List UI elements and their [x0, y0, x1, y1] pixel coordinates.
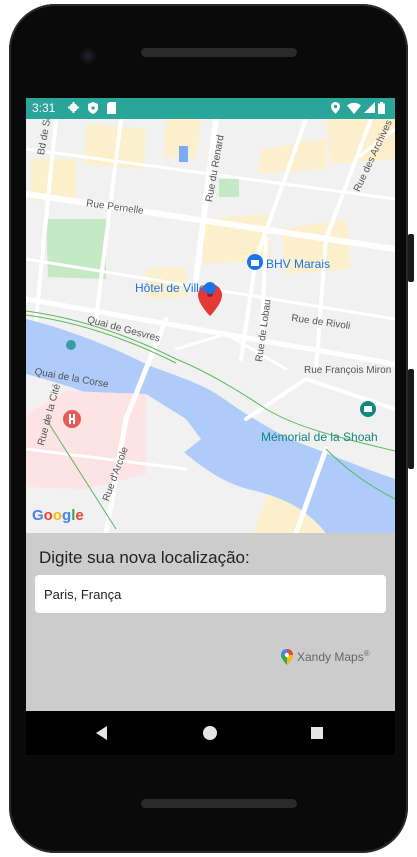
poi-label-memorial[interactable]: Mémorial de la Shoah: [261, 430, 378, 444]
front-camera: [80, 48, 96, 64]
poi-label-hotel-de-ville[interactable]: Hôtel de Ville: [135, 281, 206, 295]
google-logo: Google: [32, 507, 84, 524]
navigation-bar: [26, 711, 395, 755]
shield-icon: [88, 102, 98, 114]
home-icon[interactable]: [203, 726, 217, 740]
status-time: 3:31: [32, 101, 56, 115]
brand-name: Xandy Maps: [297, 650, 364, 664]
map-pin-icon: [281, 649, 293, 665]
back-icon[interactable]: [96, 726, 107, 740]
location-input[interactable]: [35, 575, 386, 613]
poi-label-bhv[interactable]: BHV Marais: [266, 257, 330, 271]
brand-logo: Xandy Maps®: [280, 649, 370, 665]
location-prompt: Digite sua nova localização:: [39, 548, 250, 567]
screen: 3:31 Rue Pernelle Rue du Renard Rue des …: [26, 98, 395, 711]
battery-icon: [378, 102, 385, 114]
top-speaker: [141, 48, 297, 57]
sd-card-icon: [107, 102, 116, 114]
recents-icon[interactable]: [311, 727, 323, 739]
location-icon: [331, 102, 340, 114]
location-panel: Digite sua nova localização: Xandy Maps®: [26, 533, 395, 711]
gear-icon: [68, 102, 79, 113]
status-bar: 3:31: [26, 98, 395, 119]
signal-icon: [364, 102, 375, 113]
map-view[interactable]: Bd de Sébastopol Rue Pernelle Rue du Ren…: [26, 119, 395, 533]
brand-registered-mark: ®: [363, 649, 370, 658]
power-button: [408, 234, 414, 282]
volume-button: [408, 369, 414, 469]
wifi-icon: [347, 102, 361, 114]
street-label-miron: Rue François Miron: [304, 365, 392, 376]
bottom-speaker: [141, 799, 297, 808]
